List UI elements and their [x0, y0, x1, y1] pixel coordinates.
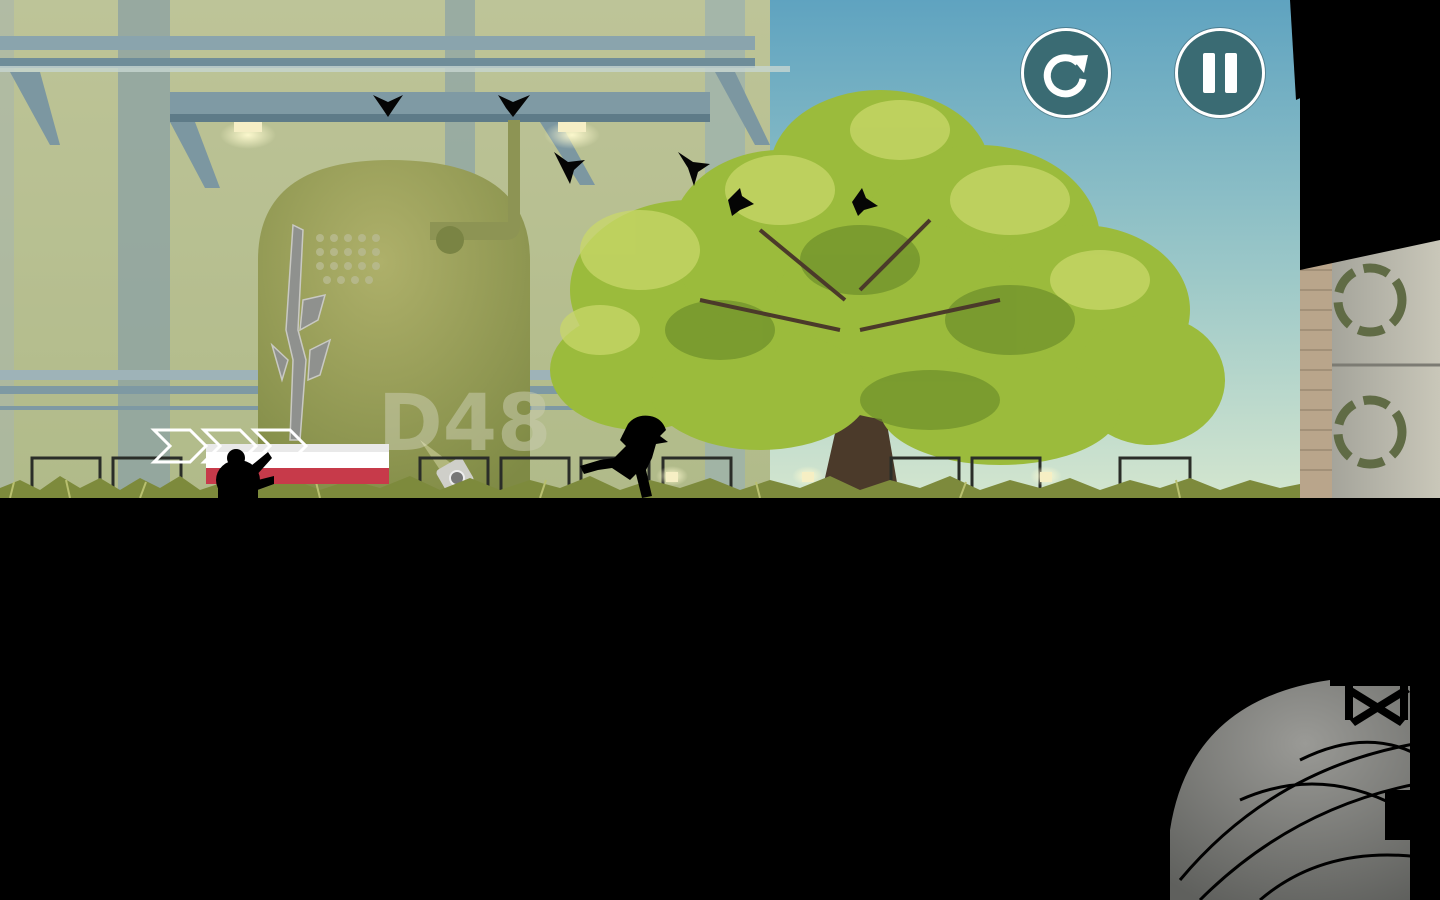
game-scene: D48 — [0, 0, 1440, 900]
right-building — [1290, 0, 1440, 500]
pause-icon — [1203, 53, 1237, 93]
pause-button[interactable]: Pause — [1175, 28, 1265, 118]
restart-icon — [1043, 54, 1088, 98]
restart-button[interactable]: Restart — [1021, 28, 1111, 118]
tank-sign: D48 — [378, 379, 551, 469]
game-screen: D48 — [0, 0, 1440, 900]
